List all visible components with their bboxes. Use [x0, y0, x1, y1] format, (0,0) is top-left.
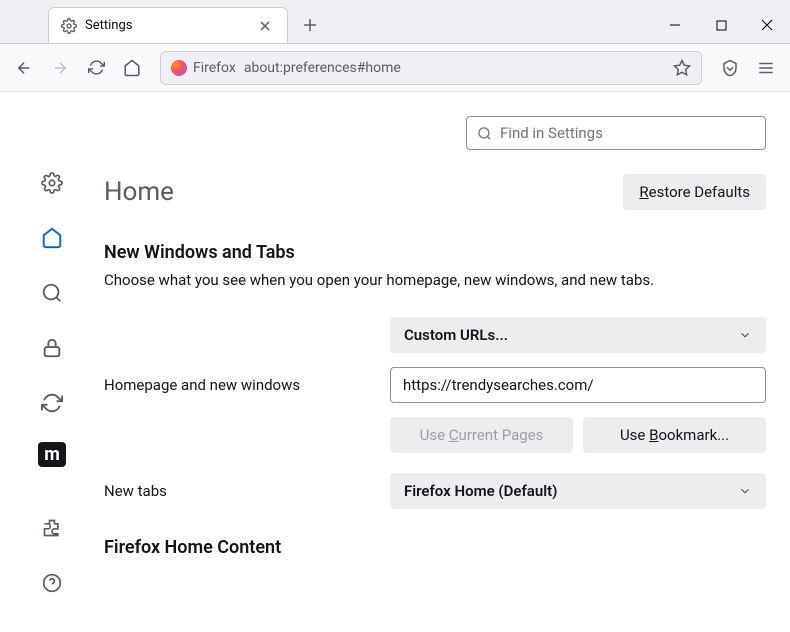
homepage-label: Homepage and new windows: [104, 376, 374, 394]
sidebar-item-general[interactable]: [34, 167, 70, 200]
section-description: Choose what you see when you open your h…: [104, 271, 766, 289]
sidebar: m: [0, 92, 104, 632]
url-text: about:preferences#home: [244, 60, 401, 76]
sidebar-item-extensions[interactable]: [34, 511, 70, 544]
titlebar: Settings: [0, 0, 790, 44]
forward-button[interactable]: [44, 52, 76, 84]
sidebar-item-search[interactable]: [34, 277, 70, 310]
sidebar-item-home[interactable]: [34, 222, 70, 255]
use-bookmark-button[interactable]: Use Bookmark...: [583, 417, 766, 453]
dropdown-value: Firefox Home (Default): [404, 482, 557, 500]
homepage-mode-dropdown[interactable]: Custom URLs...: [390, 317, 766, 353]
close-window-button[interactable]: [744, 7, 790, 43]
settings-search-input[interactable]: Find in Settings: [466, 116, 766, 150]
sidebar-item-sync[interactable]: [34, 387, 70, 420]
dropdown-value: Custom URLs...: [404, 326, 508, 344]
pocket-icon[interactable]: [714, 52, 746, 84]
home-button[interactable]: [116, 52, 148, 84]
gear-icon: [61, 18, 77, 34]
toolbar: Firefox about:preferences#home: [0, 44, 790, 92]
tab-settings[interactable]: Settings: [48, 7, 288, 43]
newtabs-dropdown[interactable]: Firefox Home (Default): [390, 473, 766, 509]
site-identity: Firefox: [171, 60, 236, 76]
close-icon[interactable]: [255, 16, 275, 36]
main-panel: Find in Settings Home Restore Defaults N…: [104, 92, 790, 632]
content: m Find in Settings Home Restore Defaults…: [0, 92, 790, 632]
homepage-url-input[interactable]: [390, 367, 766, 403]
minimize-button[interactable]: [652, 7, 698, 43]
chevron-down-icon: [738, 328, 752, 342]
section-title: New Windows and Tabs: [104, 242, 766, 263]
sidebar-item-privacy[interactable]: [34, 332, 70, 365]
chevron-down-icon: [738, 484, 752, 498]
sidebar-item-help[interactable]: [34, 566, 70, 599]
new-tab-button[interactable]: [296, 11, 324, 39]
bookmark-star-icon[interactable]: [673, 59, 691, 77]
restore-defaults-button[interactable]: Restore Defaults: [623, 174, 766, 210]
search-icon: [477, 126, 492, 141]
identity-label: Firefox: [193, 60, 236, 76]
page-title: Home: [104, 177, 174, 207]
back-button[interactable]: [8, 52, 40, 84]
tab-title: Settings: [85, 18, 247, 33]
menu-button[interactable]: [750, 52, 782, 84]
section2-title: Firefox Home Content: [104, 537, 766, 558]
reload-button[interactable]: [80, 52, 112, 84]
newtabs-label: New tabs: [104, 482, 374, 500]
window-controls: [652, 7, 790, 43]
search-placeholder: Find in Settings: [500, 124, 603, 142]
use-current-pages-button[interactable]: Use Current Pages: [390, 417, 573, 453]
firefox-logo-icon: [171, 60, 187, 76]
sidebar-item-more[interactable]: m: [38, 442, 66, 468]
maximize-button[interactable]: [698, 7, 744, 43]
address-bar[interactable]: Firefox about:preferences#home: [160, 51, 702, 85]
